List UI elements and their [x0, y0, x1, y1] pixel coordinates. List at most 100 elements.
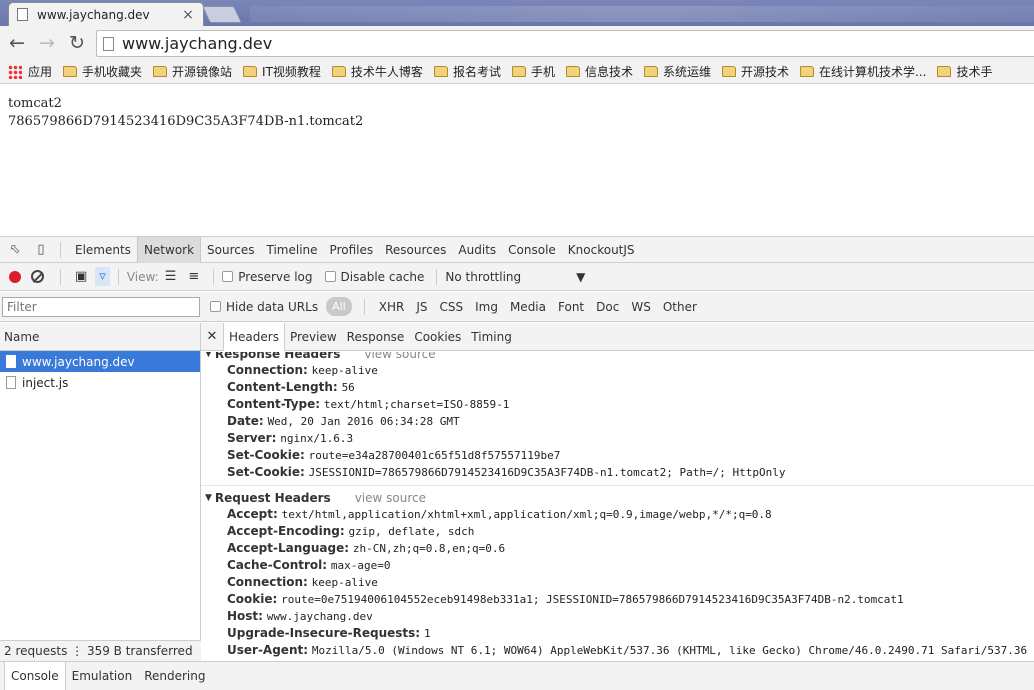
disable-cache-checkbox[interactable]: Disable cache — [324, 270, 424, 284]
folder-icon — [511, 66, 526, 77]
header-row: Server: nginx/1.6.3 — [201, 430, 1034, 447]
devtools-tab-network[interactable]: Network — [136, 236, 202, 263]
bookmark-folder[interactable]: 开源技术 — [722, 63, 789, 80]
bookmark-label: 手机 — [530, 65, 555, 79]
url-text[interactable]: www.jaychang.dev — [122, 34, 272, 53]
bookmark-folder[interactable]: 技术牛人博客 — [331, 63, 423, 80]
details-tab-headers[interactable]: Headers — [223, 323, 285, 351]
header-row: Date: Wed, 20 Jan 2016 06:34:28 GMT — [201, 413, 1034, 430]
filter-type-all[interactable]: All — [326, 297, 352, 316]
clear-icon[interactable] — [31, 270, 44, 283]
forward-arrow-icon[interactable]: → — [34, 30, 60, 56]
header-row: Cache-Control: max-age=0 — [201, 557, 1034, 574]
back-arrow-icon[interactable]: ← — [4, 30, 30, 56]
details-tab-response[interactable]: Response — [342, 323, 410, 351]
checkbox-box[interactable] — [222, 271, 234, 282]
request-list-panel: Name www.jaychang.dev inject.js — [0, 323, 201, 661]
filter-input[interactable] — [2, 296, 200, 317]
request-name: www.jaychang.dev — [22, 354, 135, 369]
devtools-tab-resources[interactable]: Resources — [379, 237, 452, 263]
devtools-tab-timeline[interactable]: Timeline — [261, 237, 324, 263]
close-tab-icon[interactable]: × — [181, 7, 195, 23]
bookmark-folder[interactable]: 手机 — [511, 63, 555, 80]
devtools-tab-sources[interactable]: Sources — [201, 237, 260, 263]
checkbox-label: Hide data URLs — [226, 299, 319, 314]
overview-icon[interactable]: ≡ — [188, 269, 199, 284]
header-name: Date: — [227, 414, 264, 428]
details-tab-cookies[interactable]: Cookies — [409, 323, 466, 351]
request-name: inject.js — [22, 375, 69, 390]
filter-type-js[interactable]: JS — [410, 300, 433, 314]
folder-icon — [63, 66, 78, 77]
hide-data-urls-checkbox[interactable]: Hide data URLs — [210, 300, 318, 314]
browser-toolbar: ← → ↻ www.jaychang.dev — [0, 26, 1034, 60]
device-mode-icon[interactable]: ▯ — [30, 242, 52, 257]
capture-screenshots-icon[interactable]: ▣ — [75, 269, 87, 284]
devtools-tab-audits[interactable]: Audits — [452, 237, 502, 263]
bookmark-label: 手机收藏夹 — [82, 65, 143, 79]
filter-type-xhr[interactable]: XHR — [373, 300, 411, 314]
inspect-element-icon[interactable]: ⬁ — [4, 242, 26, 257]
filter-type-ws[interactable]: WS — [625, 300, 656, 314]
response-headers-section[interactable]: ▼ Response Headers view source — [201, 352, 1034, 362]
large-rows-icon[interactable]: ☰ — [165, 269, 177, 284]
blurred-window-tabs — [250, 6, 1034, 22]
bookmarks-bar: 应用 手机收藏夹 开源镜像站 IT视频教程 技术牛人博客 报名考试 手机 信息技术 系统运维 开… — [0, 60, 1034, 84]
bookmark-apps[interactable]: 应用 — [0, 63, 52, 80]
drawer-tab-console[interactable]: Console — [4, 662, 66, 690]
bookmark-label: 开源镜像站 — [172, 65, 233, 79]
collapse-triangle-icon: ▼ — [205, 492, 212, 503]
header-name: Connection: — [227, 575, 308, 589]
details-tab-preview[interactable]: Preview — [285, 323, 342, 351]
filter-type-other[interactable]: Other — [657, 300, 703, 314]
new-tab-button[interactable] — [202, 6, 242, 23]
request-headers-section[interactable]: ▼ Request Headers view source — [201, 489, 1034, 506]
checkbox-box[interactable] — [210, 301, 221, 312]
bookmark-folder[interactable]: IT视频教程 — [243, 63, 321, 80]
filter-funnel-icon[interactable]: ▿ — [95, 267, 110, 286]
filter-type-font[interactable]: Font — [552, 300, 590, 314]
devtools-tab-knockoutjs[interactable]: KnockoutJS — [562, 237, 641, 263]
header-value: 1 — [423, 627, 431, 640]
filter-type-css[interactable]: CSS — [433, 300, 469, 314]
drawer-tab-emulation[interactable]: Emulation — [66, 662, 139, 690]
bookmark-folder[interactable]: 在线计算机技术学... — [800, 63, 926, 80]
header-value: keep-alive — [311, 576, 378, 589]
request-row[interactable]: inject.js — [0, 372, 200, 393]
request-row[interactable]: www.jaychang.dev — [0, 351, 200, 372]
checkbox-box[interactable] — [324, 271, 336, 282]
divider — [436, 268, 438, 285]
browser-tab[interactable]: www.jaychang.dev × — [8, 2, 204, 26]
tab-title: www.jaychang.dev — [37, 7, 150, 22]
divider — [363, 298, 365, 315]
filter-type-doc[interactable]: Doc — [590, 300, 625, 314]
bookmark-folder[interactable]: 报名考试 — [433, 63, 501, 80]
devtools-tab-profiles[interactable]: Profiles — [324, 237, 380, 263]
header-value: www.jaychang.dev — [266, 610, 373, 623]
header-name: Accept-Encoding: — [227, 524, 345, 538]
bookmark-folder[interactable]: 技术手 — [937, 63, 992, 80]
bookmark-folder[interactable]: 手机收藏夹 — [63, 63, 142, 80]
bookmark-folder[interactable]: 信息技术 — [565, 63, 633, 80]
reload-icon[interactable]: ↻ — [64, 30, 90, 56]
devtools-tab-elements[interactable]: Elements — [69, 237, 137, 263]
bookmark-folder[interactable]: 系统运维 — [643, 63, 711, 80]
view-source-link[interactable]: view source — [364, 352, 435, 361]
page-line-2: 786579866D7914523416D9C35A3F74DB-n1.tomc… — [8, 114, 364, 129]
address-bar[interactable]: www.jaychang.dev — [96, 30, 1034, 57]
drawer-tab-rendering[interactable]: Rendering — [138, 662, 211, 690]
folder-icon — [565, 66, 580, 77]
folder-icon — [643, 66, 658, 77]
filter-type-media[interactable]: Media — [504, 300, 552, 314]
throttling-select[interactable]: No throttling ▼ — [445, 270, 585, 284]
record-icon[interactable] — [9, 270, 21, 283]
devtools-tab-console[interactable]: Console — [502, 237, 562, 263]
view-source-link[interactable]: view source — [355, 491, 426, 505]
close-details-icon[interactable]: ✕ — [201, 329, 223, 344]
preserve-log-checkbox[interactable]: Preserve log — [222, 270, 313, 284]
bookmark-folder[interactable]: 开源镜像站 — [153, 63, 232, 80]
name-column-header[interactable]: Name — [0, 323, 200, 351]
details-tab-timing[interactable]: Timing — [466, 323, 517, 351]
filter-type-img[interactable]: Img — [469, 300, 504, 314]
header-value: text/html,application/xhtml+xml,applicat… — [281, 508, 772, 521]
